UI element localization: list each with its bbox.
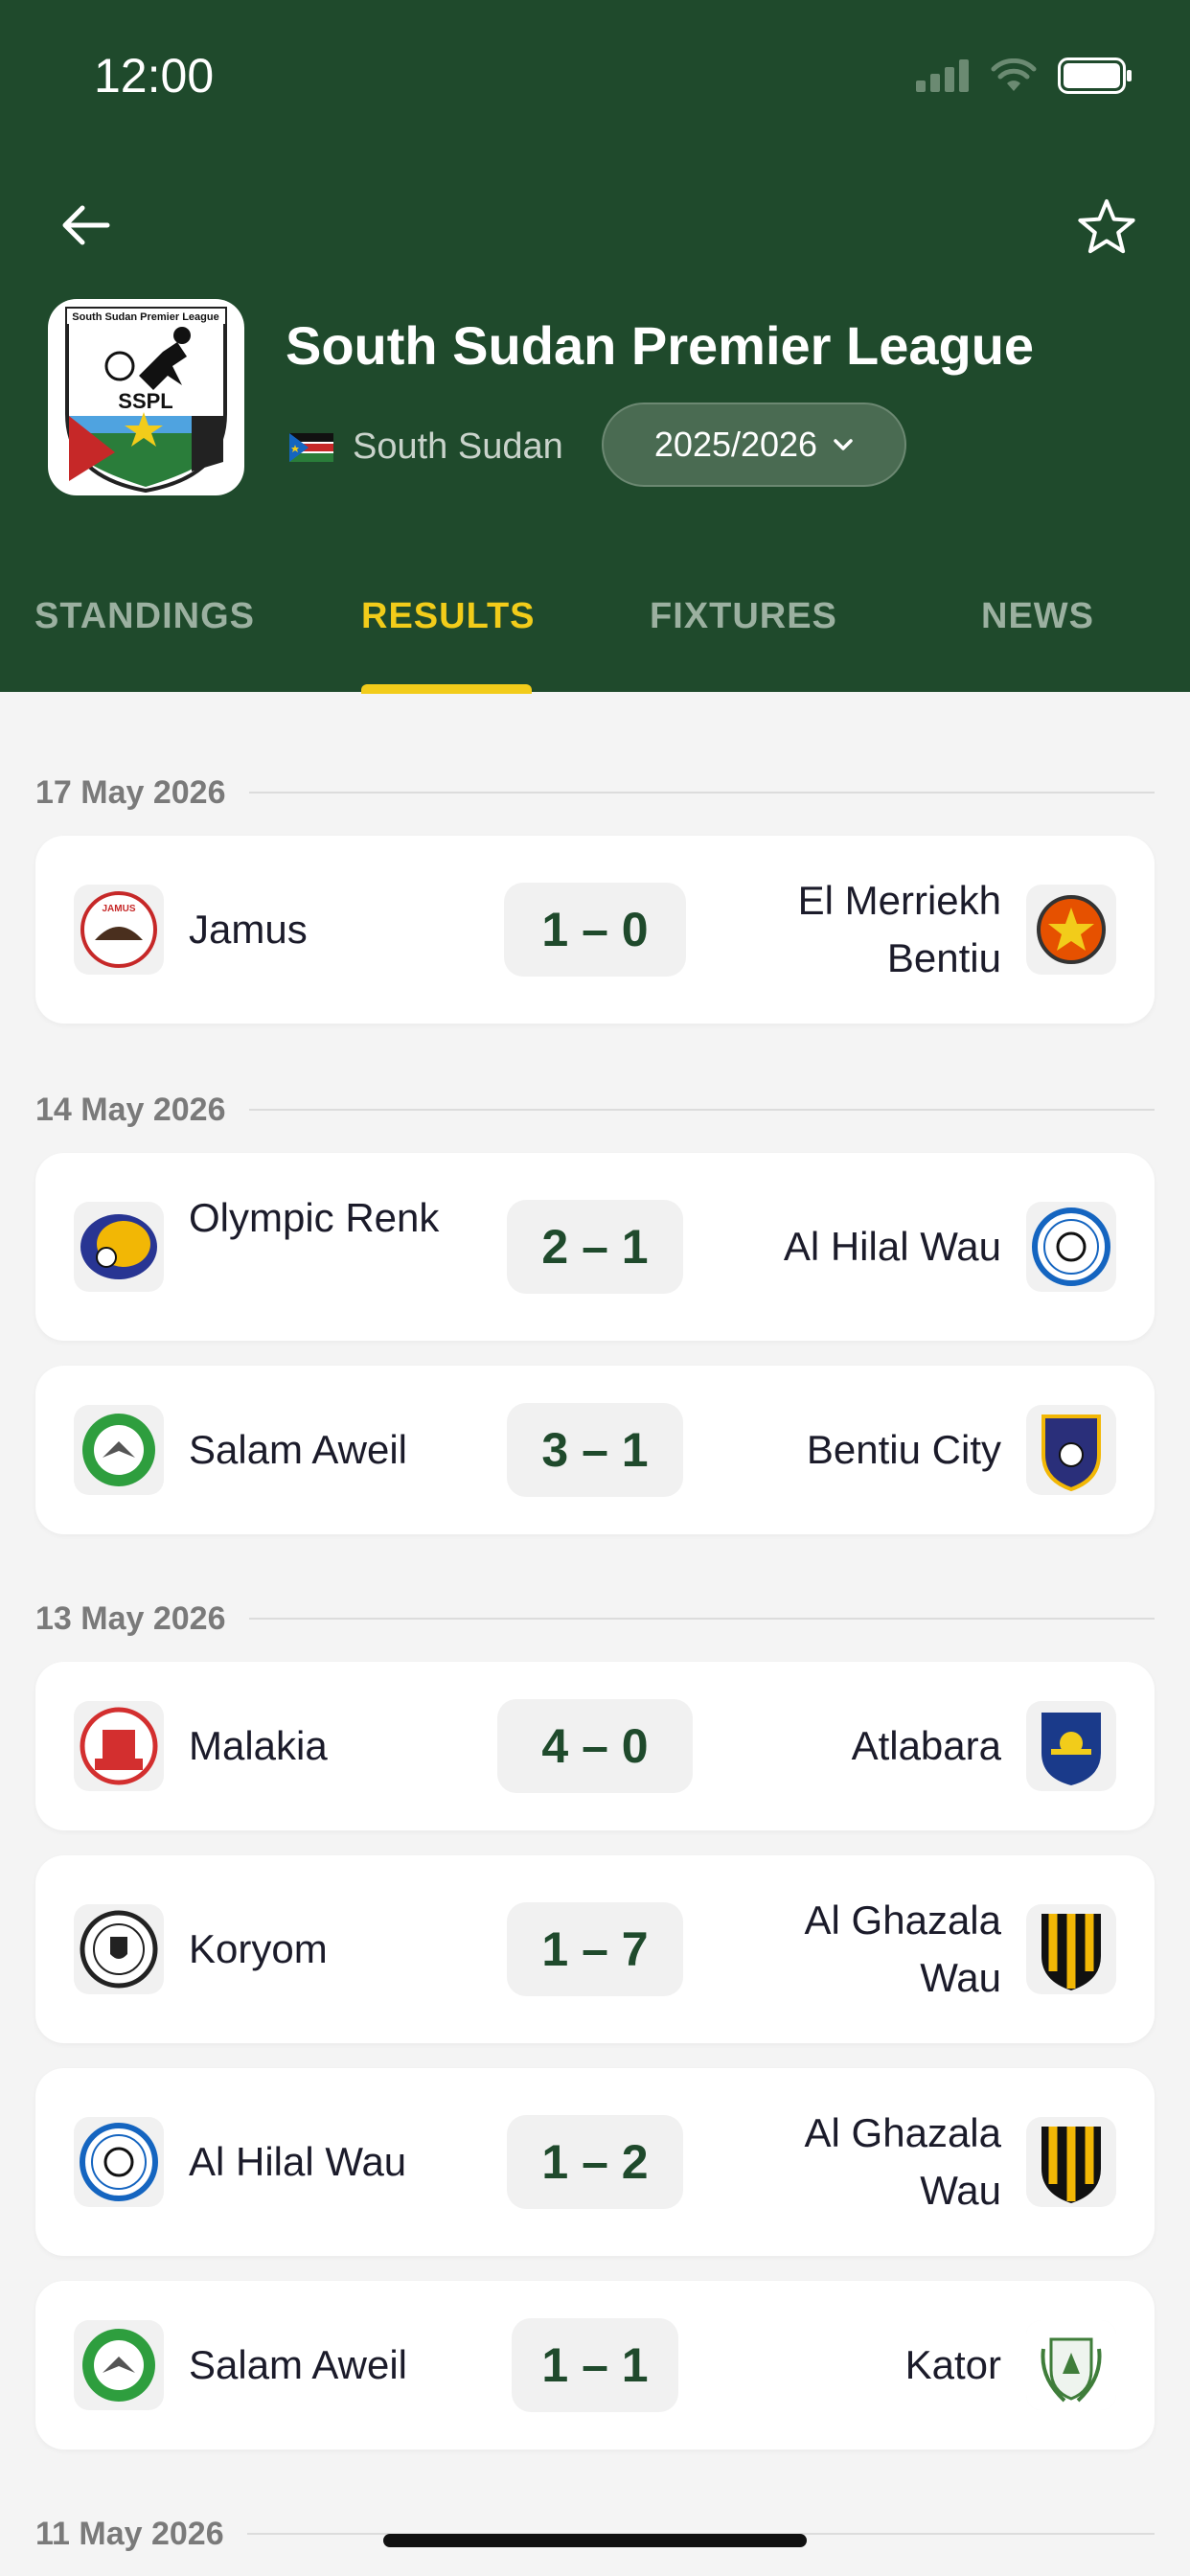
match-score: 2 – 1 (507, 1200, 683, 1294)
home-team-logo (74, 2117, 164, 2207)
home-team-logo (74, 1202, 164, 1292)
svg-text:JAMUS: JAMUS (102, 904, 135, 914)
match-card[interactable]: Malakia 4 – 0 Atlabara (35, 1662, 1155, 1830)
home-team-name: Malakia (189, 1723, 328, 1768)
home-indicator[interactable] (383, 2534, 807, 2547)
svg-text:South Sudan Premier League: South Sudan Premier League (72, 311, 218, 323)
home-team-name: Jamus (189, 907, 308, 952)
away-team-logo (1026, 1202, 1116, 1292)
home-team-logo: JAMUS (74, 885, 164, 975)
status-time: 12:00 (94, 49, 215, 103)
match-score: 1 – 1 (512, 2318, 678, 2412)
away-team-name: Al Ghazala Wau (804, 1898, 1001, 2000)
tab-news[interactable]: NEWS (981, 596, 1094, 637)
away-team-name: Al Ghazala Wau (804, 2110, 1001, 2213)
match-card[interactable]: JAMUS Jamus 1 – 0 El Merriekh Bentiu (35, 836, 1155, 1024)
back-button[interactable] (57, 196, 115, 254)
svg-text:SSPL: SSPL (118, 389, 172, 413)
match-card[interactable]: Salam Aweil 3 – 1 Bentiu City (35, 1366, 1155, 1534)
match-card[interactable]: Salam Aweil 1 – 1 Kator (35, 2281, 1155, 2450)
star-icon (1078, 199, 1135, 254)
date-header: 14 May 2026 (35, 1086, 1155, 1134)
home-team-logo (74, 1904, 164, 1994)
away-team-name: Al Hilal Wau (783, 1224, 1001, 1269)
away-team-name: El Merriekh Bentiu (797, 878, 1001, 980)
home-team-logo (74, 2320, 164, 2410)
tab-standings[interactable]: STANDINGS (34, 596, 255, 637)
date-label: 13 May 2026 (35, 1599, 226, 1637)
favorite-button[interactable] (1076, 196, 1137, 258)
league-title: South Sudan Premier League (286, 315, 1035, 376)
away-team-name: Atlabara (851, 1723, 1001, 1768)
wifi-icon (991, 58, 1037, 91)
match-card[interactable]: Al Hilal Wau 1 – 2 Al Ghazala Wau (35, 2068, 1155, 2256)
signal-icon (916, 59, 969, 92)
match-score: 1 – 0 (504, 883, 686, 977)
league-logo: South Sudan Premier League SSPL (48, 299, 244, 495)
away-team-logo (1026, 2320, 1116, 2410)
south-sudan-flag-icon (289, 432, 333, 462)
away-team-name: Bentiu City (806, 1427, 1001, 1472)
tab-bar: STANDINGS RESULTS FIXTURES NEWS (0, 575, 1190, 694)
match-score: 1 – 7 (507, 1902, 683, 1996)
tab-results[interactable]: RESULTS (361, 596, 536, 637)
home-team-name: Koryom (189, 1926, 328, 1971)
home-team-name: Salam Aweil (189, 1427, 408, 1472)
season-selector[interactable]: 2025/2026 (602, 402, 906, 487)
home-team-name: Salam Aweil (189, 2342, 408, 2387)
battery-icon (1058, 58, 1132, 94)
match-score: 4 – 0 (497, 1699, 693, 1793)
home-team-logo (74, 1405, 164, 1495)
match-card[interactable]: Koryom 1 – 7 Al Ghazala Wau (35, 1855, 1155, 2043)
date-label: 17 May 2026 (35, 773, 226, 811)
active-tab-indicator (361, 684, 532, 694)
season-label: 2025/2026 (653, 425, 818, 464)
date-header: 17 May 2026 (35, 769, 1155, 816)
status-icons (916, 58, 1133, 94)
date-label: 11 May 2026 (35, 2515, 224, 2552)
country-name: South Sudan (353, 426, 563, 467)
match-score: 1 – 2 (507, 2115, 683, 2209)
away-team-logo (1026, 885, 1116, 975)
home-team-name: Al Hilal Wau (189, 2139, 407, 2184)
league-header: 12:00 South Sudan Premier League SSPL So… (0, 0, 1190, 694)
arrow-left-icon (62, 205, 110, 245)
divider (248, 1618, 1155, 1620)
away-team-name: Kator (904, 2342, 1001, 2387)
divider (248, 792, 1155, 794)
date-label: 14 May 2026 (35, 1091, 226, 1128)
home-team-logo (74, 1701, 164, 1791)
tab-fixtures[interactable]: FIXTURES (650, 596, 837, 637)
match-score: 3 – 1 (507, 1403, 683, 1497)
home-team-name: Olympic Renk (189, 1195, 440, 1240)
match-card[interactable]: Olympic Renk 2 – 1 Al Hilal Wau (35, 1153, 1155, 1341)
away-team-logo (1026, 1904, 1116, 1994)
away-team-logo (1026, 1405, 1116, 1495)
away-team-logo (1026, 1701, 1116, 1791)
date-header: 13 May 2026 (35, 1595, 1155, 1643)
country-row: South Sudan (289, 426, 563, 468)
divider (248, 1109, 1155, 1111)
chevron-down-icon (834, 439, 853, 450)
away-team-logo (1026, 2117, 1116, 2207)
